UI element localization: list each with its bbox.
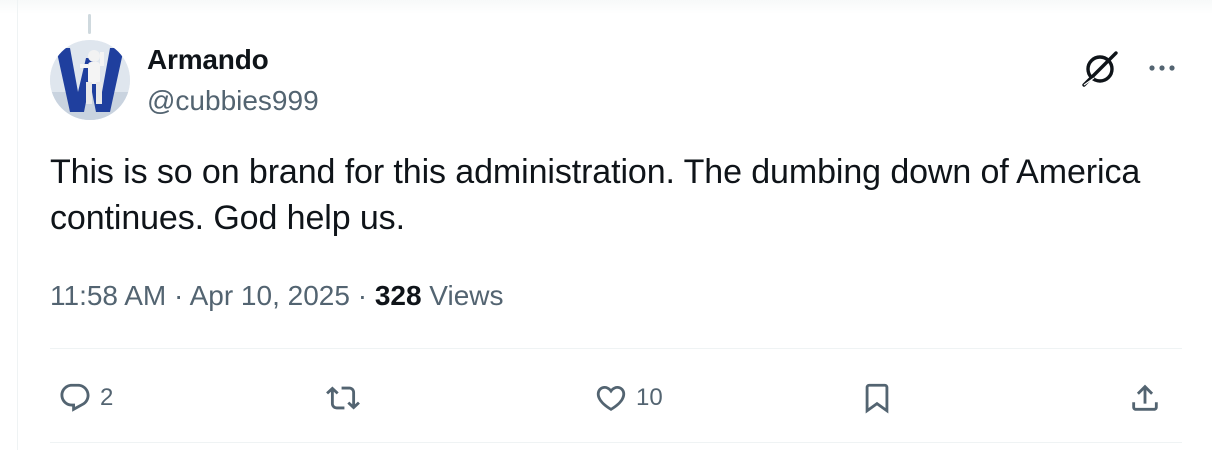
heart-icon [596,385,626,411]
like-button[interactable]: 10 [594,375,663,421]
tweet-time[interactable]: 11:58 AM [50,280,166,311]
divider [50,442,1182,443]
meta-separator: · [166,280,190,311]
previous-tweet-edge [0,0,1212,14]
more-options-icon[interactable] [1140,54,1184,82]
retweet-button[interactable] [326,375,360,421]
tweet-meta: 11:58 AM · Apr 10, 2025 · 328 Views [50,280,504,312]
reply-button[interactable]: 2 [58,375,113,421]
grok-icon[interactable] [1078,48,1122,88]
reply-icon [60,383,90,412]
bookmark-icon [865,383,889,414]
share-button[interactable] [1128,375,1162,421]
meta-separator: · [349,280,375,311]
share-icon [1132,384,1158,411]
views-label: Views [421,280,504,311]
reply-count: 2 [100,384,114,411]
view-count: 328 [374,280,422,311]
like-count: 10 [636,384,663,411]
divider [50,348,1182,349]
avatar-image [50,40,130,120]
author-handle[interactable]: @cubbies999 [147,85,319,117]
avatar[interactable] [50,40,130,120]
tweet-text: This is so on brand for this administrat… [50,153,1141,237]
retweet-icon [326,386,360,410]
timeline-edge [17,0,18,450]
author-display-name[interactable]: Armando [147,44,269,76]
thread-connector-line [88,14,91,34]
bookmark-button[interactable] [860,375,894,421]
tweet-date[interactable]: Apr 10, 2025 [190,280,350,311]
